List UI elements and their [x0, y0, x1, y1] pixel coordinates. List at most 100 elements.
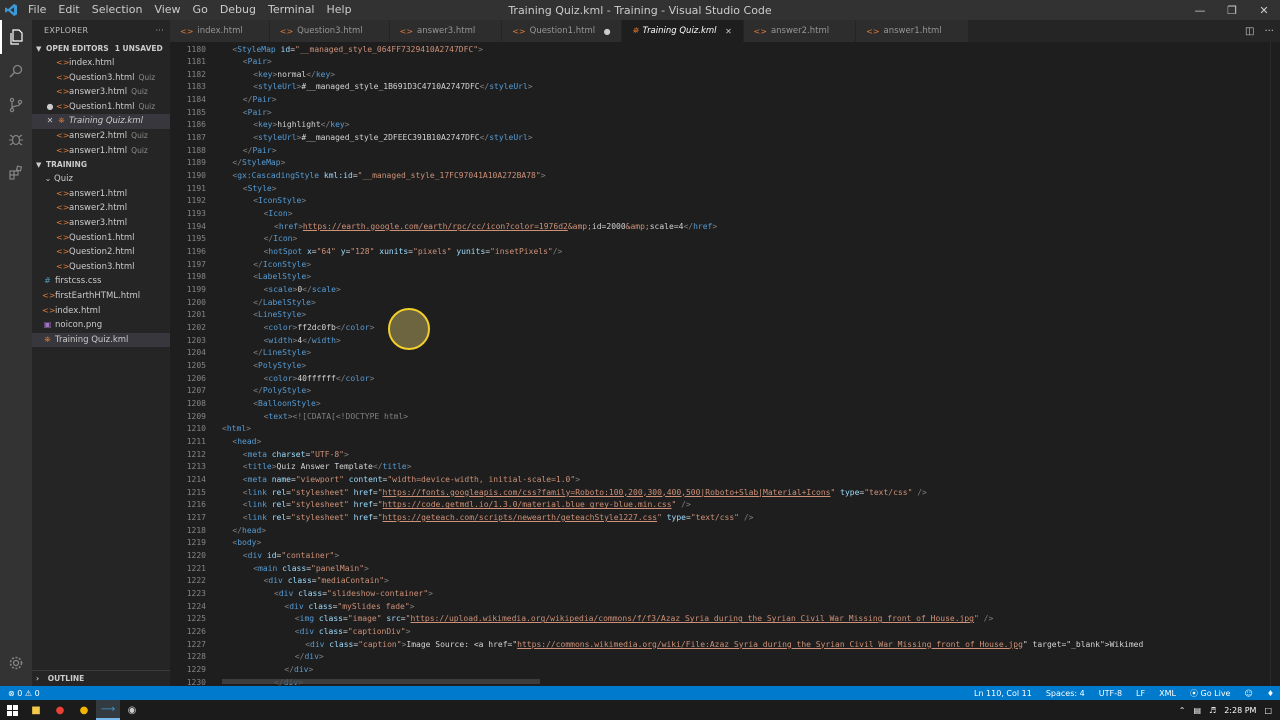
open-editor-item[interactable]: ✕ ⛯ Training Quiz.kml [32, 114, 170, 129]
settings-gear-icon[interactable] [0, 646, 32, 680]
workspace-section[interactable]: ▼ TRAINING [32, 158, 170, 172]
tray-chevron-up-icon[interactable]: ⌃ [1179, 706, 1186, 715]
tree-item-file[interactable]: <> firstEarthHTML.html [32, 289, 170, 304]
file-name: answer3.html [69, 87, 128, 98]
code-line: 1202 <color>ff2dc0fb</color> [170, 322, 1270, 335]
explorer-icon[interactable] [0, 20, 32, 54]
code-token: name [271, 474, 291, 484]
go-live-button[interactable]: ⦿ Go Live [1190, 688, 1231, 699]
tree-item-file[interactable]: <> Question3.html [32, 260, 170, 275]
more-actions-icon[interactable]: ··· [155, 20, 164, 42]
code-text: </div> [295, 651, 324, 664]
menu-debug[interactable]: Debug [214, 0, 262, 20]
debug-icon[interactable] [0, 122, 32, 156]
code-token: PolyStyle [258, 361, 302, 370]
line-number: 1187 [186, 133, 206, 143]
open-editor-item[interactable]: <> answer2.html Quiz [32, 129, 170, 144]
file-explorer-icon[interactable]: ■ [24, 700, 48, 720]
split-editor-icon[interactable]: ◫ [1245, 26, 1254, 37]
tree-item-file[interactable]: <> answer2.html [32, 201, 170, 216]
tree-item-file[interactable]: <> answer1.html [32, 187, 170, 202]
tab-training-quiz-kml[interactable]: ⛯ Training Quiz.kml ✕ [622, 20, 744, 42]
unsaved-dot-icon[interactable]: ● [44, 100, 56, 115]
restore-icon[interactable]: ❐ [1216, 0, 1248, 20]
code-token: class [282, 563, 307, 573]
tab-question3-html[interactable]: <> Question3.html [269, 20, 390, 42]
tree-item-file[interactable]: <> answer3.html [32, 216, 170, 231]
minimize-icon[interactable]: — [1184, 0, 1216, 20]
code-line: 1203 <width>4</width> [170, 335, 1270, 348]
more-actions-icon[interactable]: ··· [1264, 26, 1274, 37]
tree-item-file[interactable]: ⛯ Training Quiz.kml [32, 332, 170, 348]
menu-help[interactable]: Help [321, 0, 358, 20]
unsaved-dot-icon[interactable]: ● [603, 27, 611, 36]
code-text: <BalloonStyle> [253, 398, 320, 411]
menu-selection[interactable]: Selection [86, 0, 149, 20]
cursor-position[interactable]: Ln 110, Col 11 [974, 689, 1032, 698]
tree-item-file[interactable]: <> Question2.html [32, 245, 170, 260]
vertical-scrollbar[interactable] [1270, 42, 1280, 686]
end-of-line[interactable]: LF [1136, 689, 1145, 698]
code-line: 1207 </PolyStyle> [170, 385, 1270, 398]
code-token: > [330, 69, 336, 79]
code-token: BalloonStyle [258, 398, 316, 408]
tab-question1-html[interactable]: <> Question1.html ● [502, 20, 623, 42]
code-token: </ [306, 69, 316, 79]
tab-answer1-html[interactable]: <> answer1.html [856, 20, 969, 42]
menu-terminal[interactable]: Terminal [262, 0, 321, 20]
code-token: StyleMap [237, 44, 281, 54]
tree-item-file[interactable]: # firstcss.css [32, 274, 170, 289]
code-token: /> [552, 247, 563, 257]
vscode-taskbar-icon[interactable]: ⟶ [96, 700, 120, 720]
folder-quiz[interactable]: ⌄ Quiz [32, 172, 170, 187]
open-editors-section[interactable]: ▼ OPEN EDITORS 1 UNSAVED [32, 42, 170, 56]
feedback-smiley-icon[interactable]: ☺ [1244, 689, 1252, 698]
windows-start-icon[interactable] [0, 700, 24, 720]
volume-icon[interactable]: ♬ [1209, 706, 1216, 715]
chrome-icon[interactable]: ● [72, 700, 96, 720]
tab-answer3-html[interactable]: <> answer3.html [389, 20, 503, 42]
menu-view[interactable]: View [148, 0, 186, 20]
open-editor-item[interactable]: <> index.html [32, 56, 170, 71]
open-editor-item[interactable]: ● <> Question1.html Quiz [32, 100, 170, 115]
encoding[interactable]: UTF-8 [1099, 689, 1122, 698]
line-number: 1192 [186, 196, 206, 206]
network-icon[interactable]: ▤ [1193, 706, 1201, 715]
line-number: 1230 [186, 677, 206, 687]
tab-close-icon[interactable]: ✕ [725, 27, 733, 36]
outline-section[interactable]: › OUTLINE [32, 670, 170, 686]
close-icon[interactable]: ✕ [44, 114, 56, 129]
language-mode[interactable]: XML [1159, 689, 1176, 698]
code-token: /> [917, 487, 927, 497]
tree-item-file[interactable]: ▣ noicon.png [32, 318, 170, 333]
menu-go[interactable]: Go [187, 0, 214, 20]
code-token: "mySlides fade" [337, 601, 410, 611]
menu-edit[interactable]: Edit [52, 0, 85, 20]
tree-item-file[interactable]: <> Question1.html [32, 231, 170, 246]
open-editor-item[interactable]: <> answer3.html Quiz [32, 85, 170, 100]
clock[interactable]: 2:28 PM [1224, 706, 1256, 715]
code-line: 1197 </IconStyle> [170, 259, 1270, 272]
line-number: 1213 [186, 462, 206, 472]
open-editor-item[interactable]: <> Question3.html Quiz [32, 71, 170, 86]
source-control-icon[interactable] [0, 88, 32, 122]
close-icon[interactable]: ✕ [1248, 0, 1280, 20]
quiz-file-list: <> answer1.html <> answer2.html <> answer3.ht… [32, 187, 170, 275]
code-token: > [292, 234, 298, 244]
problems-indicator[interactable]: ⊗ 0 ⚠ 0 [8, 689, 40, 698]
search-icon[interactable] [0, 54, 32, 88]
tree-item-file[interactable]: <> index.html [32, 304, 170, 319]
notifications-bell-icon[interactable]: ♦ [1267, 689, 1274, 698]
menu-file[interactable]: File [22, 0, 52, 20]
code-token: Style [247, 183, 272, 193]
open-editor-item[interactable]: <> answer1.html Quiz [32, 144, 170, 159]
tab-answer2-html[interactable]: <> answer2.html [743, 20, 857, 42]
chrome-icon[interactable]: ● [48, 700, 72, 720]
horizontal-scrollbar[interactable] [222, 679, 540, 684]
extensions-icon[interactable] [0, 156, 32, 190]
obs-icon[interactable]: ◉ [120, 700, 144, 720]
tab-index-html[interactable]: <> index.html [170, 20, 270, 42]
indentation[interactable]: Spaces: 4 [1046, 689, 1085, 698]
notification-center-icon[interactable]: □ [1264, 706, 1272, 715]
code-editor[interactable]: 1180 <StyleMap id="__managed_style_064FF7… [170, 42, 1280, 686]
